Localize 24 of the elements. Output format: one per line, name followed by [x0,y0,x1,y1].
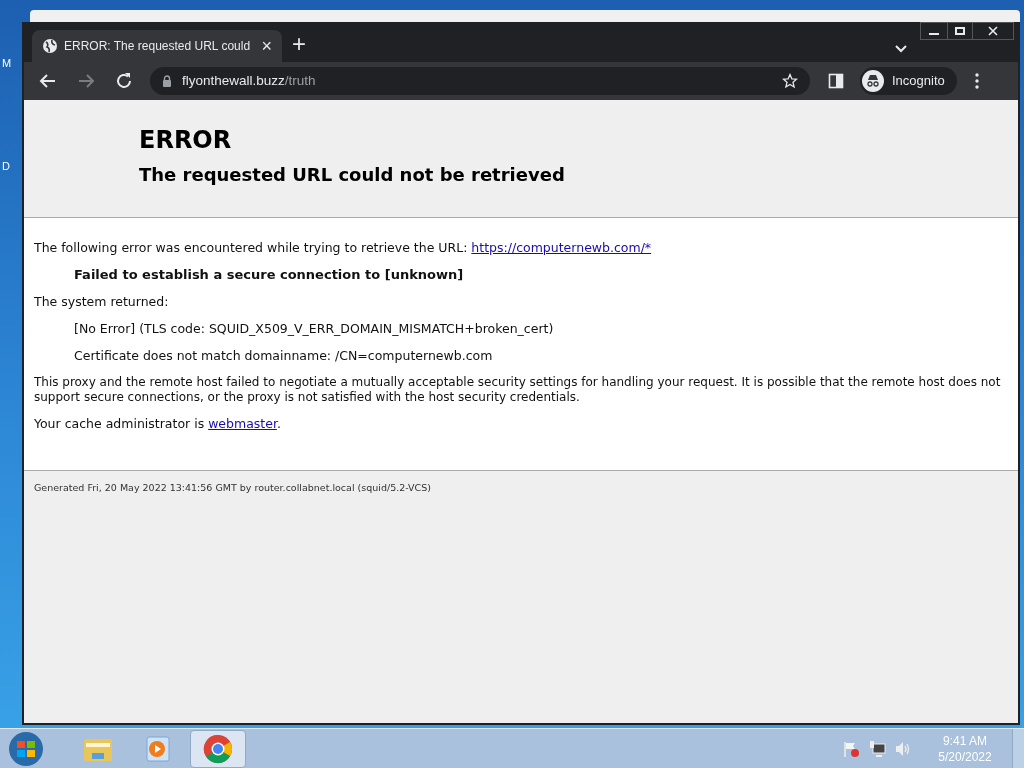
webmaster-link[interactable]: webmaster [208,416,277,431]
error-reason: Failed to establish a secure connection to [unknown] [74,267,465,283]
error-detail: [No Error] (TLS code: SQUID_X509_V_ERR_DOMAIN_MISMATCH+broken_cert) [74,321,555,337]
close-tab-button[interactable]: × [261,37,272,55]
clock-date: 5/20/2022 [938,748,992,765]
address-bar[interactable]: flyonthewall.buzz/truth [150,67,810,95]
error-heading: ERROR [139,128,233,152]
admin-text: Your cache administrator is webmaster. [34,416,282,432]
incognito-badge[interactable]: Incognito [860,67,957,95]
desktop-icon-label: M [1,58,13,69]
error-intro: The following error was encountered while trying to retrieve the URL: https://computernewb.com/* [34,240,653,256]
clock-time: 9:41 AM [943,732,987,749]
url-text: flyonthewall.buzz/truth [182,71,317,90]
new-tab-button[interactable]: + [292,32,306,56]
tab-title: ERROR: The requested URL could [64,38,252,55]
url-link[interactable]: https://computernewb.com/* [471,240,652,255]
browser-tab[interactable]: ERROR: The requested URL could × [32,30,282,62]
desktop-icon-label: D [1,161,11,172]
footer-text: Generated Fri, 20 May 2022 13:41:56 GMT by router.collabnet.local (squid/5.2-VCS) [33,481,432,495]
error-detail: Certificate does not match domainname: /CN=computernewb.com [74,348,494,364]
profile-label: Incognito [892,72,945,91]
system-returned-label: The system returned: [34,294,170,310]
explanation-text: This proxy and the remote host failed to negotiate a mutually acceptable security settings for handling your request. It is possible that the remote host does not support secure connections, or the proxy is not satisfied with the host security credentials. [34,375,1002,405]
error-subheading: The requested URL could not be retrieved [139,166,566,184]
